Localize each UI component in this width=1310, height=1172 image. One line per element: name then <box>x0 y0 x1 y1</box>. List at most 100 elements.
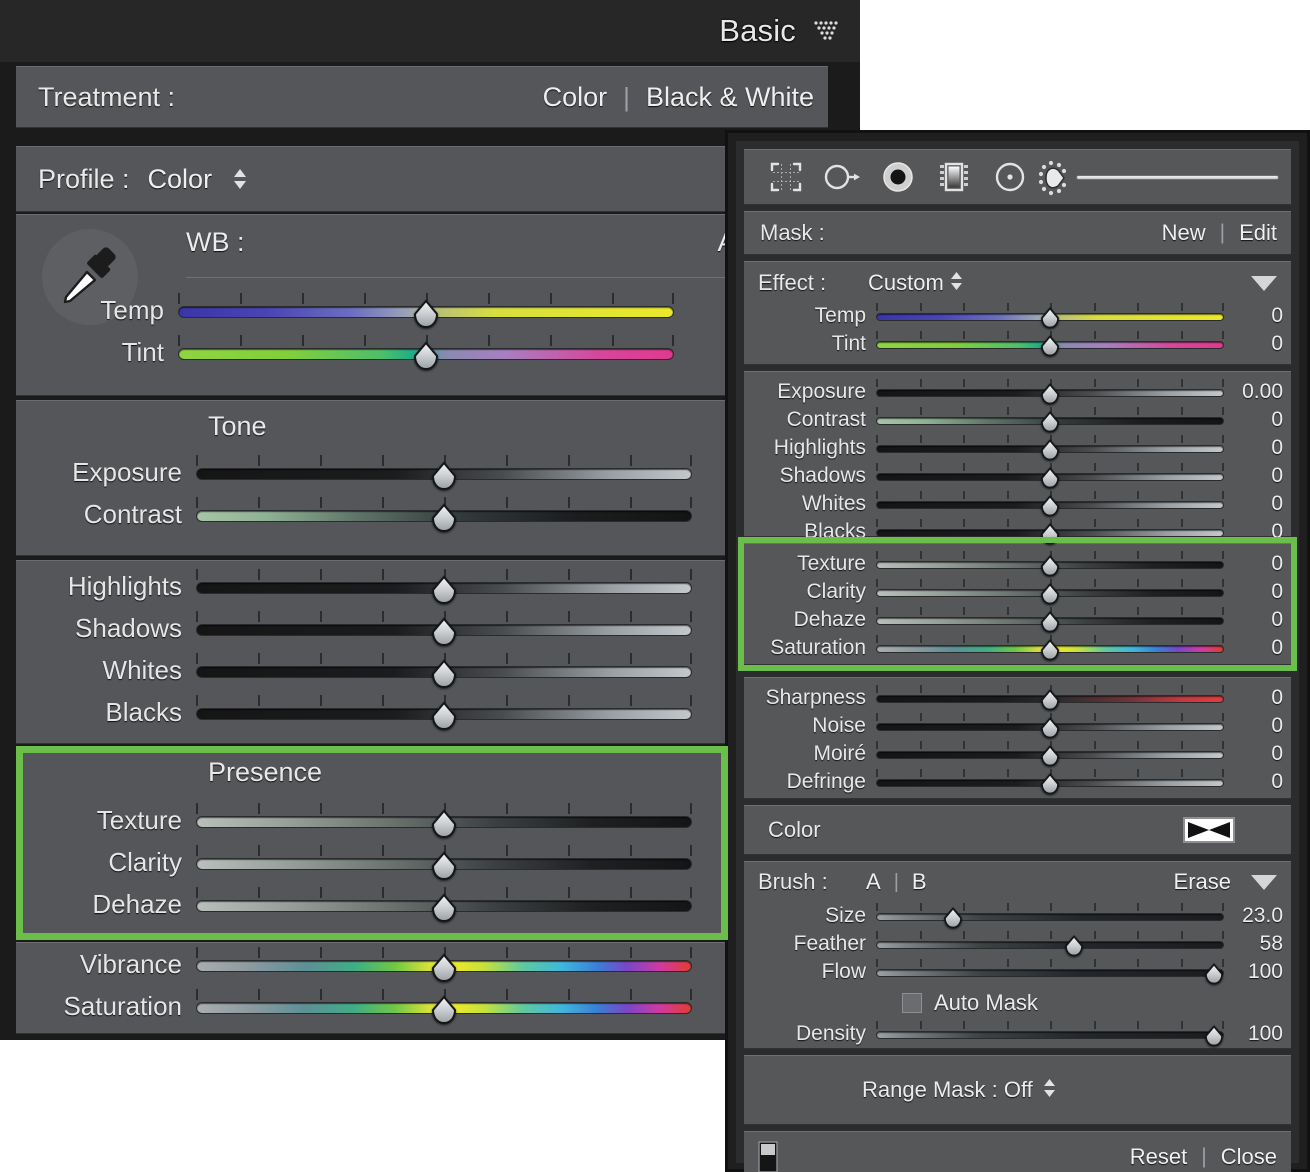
brush-size-track[interactable] <box>1076 175 1279 180</box>
slider-vibrance[interactable]: Vibrance <box>0 947 692 981</box>
slider-track-area[interactable] <box>196 803 692 837</box>
slider-track-area[interactable] <box>876 1021 1224 1047</box>
slider-handle[interactable] <box>1039 583 1061 605</box>
basic-panel-header[interactable]: Basic <box>0 0 860 62</box>
slider-blacks[interactable]: Blacks <box>0 695 692 729</box>
brush-slider-size[interactable]: Size 23.0 <box>744 902 1291 930</box>
effect-slider-moire[interactable]: Moiré 0 <box>744 740 1291 768</box>
slider-handle[interactable] <box>429 575 459 605</box>
slider-track-area[interactable] <box>876 551 1224 577</box>
radial-filter-icon[interactable] <box>982 153 1038 201</box>
slider-handle[interactable] <box>1039 495 1061 517</box>
slider-track-area[interactable] <box>196 695 692 729</box>
slider-track-area[interactable] <box>196 947 692 981</box>
up-down-stepper-icon[interactable] <box>1043 1078 1056 1103</box>
effect-slider-saturation[interactable]: Saturation 0 <box>744 634 1291 662</box>
slider-handle[interactable] <box>429 659 459 689</box>
toggle-switch-icon[interactable] <box>758 1141 778 1172</box>
effect-slider-texture[interactable]: Texture 0 <box>744 550 1291 578</box>
slider-handle[interactable] <box>1039 467 1061 489</box>
slider-handle[interactable] <box>1039 555 1061 577</box>
range-mask-row[interactable]: Range Mask : Off <box>744 1055 1291 1125</box>
slider-handle[interactable] <box>1039 383 1061 405</box>
slider-saturation[interactable]: Saturation <box>0 989 692 1023</box>
auto-mask-checkbox[interactable] <box>902 993 922 1013</box>
mask-new-button[interactable]: New <box>1162 220 1206 246</box>
red-eye-icon[interactable] <box>870 153 926 201</box>
slider-track-area[interactable] <box>196 845 692 879</box>
slider-handle[interactable] <box>429 995 459 1025</box>
spot-removal-icon[interactable] <box>814 153 870 201</box>
brush-disclosure-triangle-down-icon[interactable] <box>1251 875 1277 890</box>
slider-track[interactable] <box>876 969 1224 977</box>
slider-handle[interactable] <box>429 701 459 731</box>
slider-handle[interactable] <box>1039 611 1061 633</box>
adjustment-brush-icon[interactable] <box>1038 159 1080 202</box>
slider-track-area[interactable] <box>876 463 1224 489</box>
effect-slider-clarity[interactable]: Clarity 0 <box>744 578 1291 606</box>
slider-track-area[interactable] <box>876 931 1224 957</box>
slider-track-area[interactable] <box>876 741 1224 767</box>
effect-slider-tint[interactable]: Tint 0 <box>744 330 1291 358</box>
slider-track-area[interactable] <box>876 519 1224 545</box>
brush-slider-flow[interactable]: Flow 100 <box>744 958 1291 986</box>
slider-track-area[interactable] <box>196 611 692 645</box>
slider-track-area[interactable] <box>196 989 692 1023</box>
slider-track-area[interactable] <box>876 903 1224 929</box>
slider-handle[interactable] <box>1039 745 1061 767</box>
slider-track-area[interactable] <box>178 335 674 369</box>
slider-handle[interactable] <box>429 809 459 839</box>
effect-slider-contrast[interactable]: Contrast 0 <box>744 406 1291 434</box>
slider-handle[interactable] <box>429 503 459 533</box>
slider-contrast[interactable]: Contrast <box>0 497 692 531</box>
effect-disclosure-triangle-down-icon[interactable] <box>1251 276 1277 291</box>
effect-value[interactable]: Custom <box>868 270 944 296</box>
effect-slider-exposure[interactable]: Exposure 0.00 <box>744 378 1291 406</box>
brush-slider-feather[interactable]: Feather 58 <box>744 930 1291 958</box>
slider-handle[interactable] <box>1039 773 1061 795</box>
graduated-filter-icon[interactable] <box>926 153 982 201</box>
slider-handle[interactable] <box>1039 439 1061 461</box>
slider-handle[interactable] <box>429 617 459 647</box>
slider-track[interactable] <box>876 1031 1224 1039</box>
crop-overlay-icon[interactable] <box>758 153 814 201</box>
brush-erase-button[interactable]: Erase <box>1174 869 1231 895</box>
slider-track-area[interactable] <box>876 635 1224 661</box>
slider-shadows[interactable]: Shadows <box>0 611 692 645</box>
up-down-stepper-icon[interactable] <box>950 271 963 296</box>
dotted-triangle-icon[interactable] <box>812 19 842 43</box>
profile-value[interactable]: Color <box>148 164 213 195</box>
no-color-swatch-icon[interactable] <box>1183 817 1235 843</box>
slider-handle[interactable] <box>429 461 459 491</box>
brush-slider-density[interactable]: Density 100 <box>744 1020 1291 1048</box>
reset-button[interactable]: Reset <box>1130 1144 1187 1170</box>
slider-track-area[interactable] <box>876 379 1224 405</box>
slider-handle[interactable] <box>1203 963 1225 985</box>
slider-clarity[interactable]: Clarity <box>0 845 692 879</box>
slider-track-area[interactable] <box>876 491 1224 517</box>
slider-whites[interactable]: Whites <box>0 653 692 687</box>
slider-highlights[interactable]: Highlights <box>0 569 692 603</box>
slider-handle[interactable] <box>429 953 459 983</box>
slider-dehaze[interactable]: Dehaze <box>0 887 692 921</box>
close-button[interactable]: Close <box>1221 1144 1277 1170</box>
slider-track-area[interactable] <box>876 303 1224 329</box>
slider-track-area[interactable] <box>196 653 692 687</box>
slider-track-area[interactable] <box>876 685 1224 711</box>
slider-track-area[interactable] <box>196 497 692 531</box>
slider-handle[interactable] <box>411 341 441 371</box>
slider-track-area[interactable] <box>876 331 1224 357</box>
slider-track-area[interactable] <box>876 407 1224 433</box>
slider-track-area[interactable] <box>876 959 1224 985</box>
slider-track[interactable] <box>876 941 1224 949</box>
slider-handle[interactable] <box>1039 689 1061 711</box>
effect-slider-shadows[interactable]: Shadows 0 <box>744 462 1291 490</box>
slider-handle[interactable] <box>1039 717 1061 739</box>
treatment-option-black-white[interactable]: Black & White <box>646 82 814 113</box>
slider-handle[interactable] <box>942 907 964 929</box>
mask-edit-button[interactable]: Edit <box>1239 220 1277 246</box>
slider-handle[interactable] <box>1203 1025 1225 1047</box>
slider-temp[interactable]: Temp <box>28 293 674 327</box>
slider-track-area[interactable] <box>196 455 692 489</box>
brush-option-b[interactable]: B <box>912 869 927 895</box>
